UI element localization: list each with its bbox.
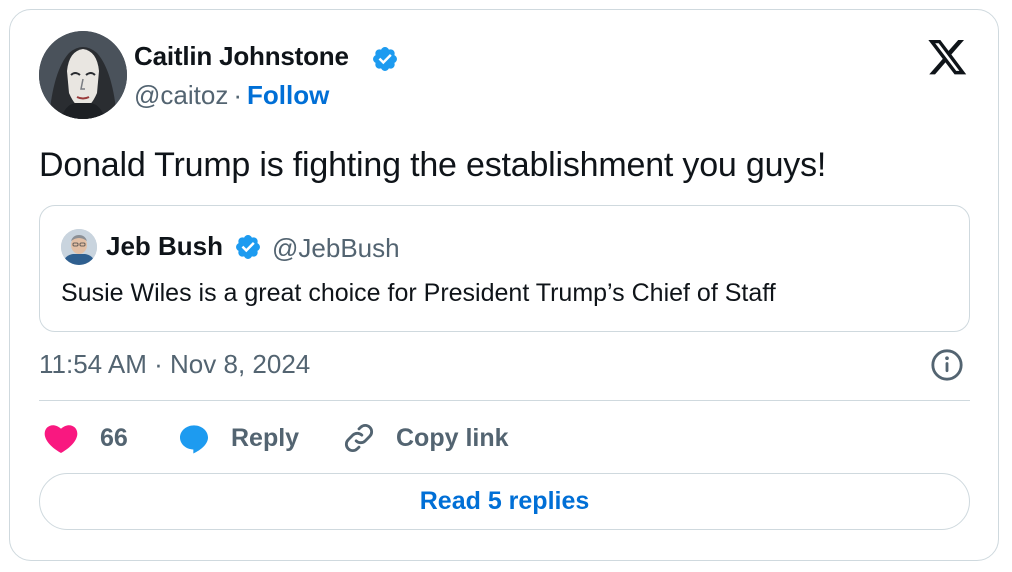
handle-row: @caitoz · Follow xyxy=(134,80,329,111)
copy-link-button[interactable]: Copy link xyxy=(342,418,509,458)
quoted-tweet-text: Susie Wiles is a great choice for Presid… xyxy=(61,279,776,307)
like-button[interactable]: 66 xyxy=(44,418,128,458)
verified-badge-icon xyxy=(236,235,260,259)
read-replies-button[interactable]: Read 5 replies xyxy=(39,473,970,530)
author-avatar[interactable] xyxy=(39,31,127,119)
divider xyxy=(39,400,970,401)
quoted-author-avatar[interactable] xyxy=(61,229,97,265)
x-logo-icon[interactable] xyxy=(928,40,968,76)
quoted-author-name: Jeb Bush xyxy=(106,231,224,261)
reply-bubble-icon xyxy=(180,425,208,454)
author-handle[interactable]: @caitoz xyxy=(134,80,228,110)
heart-icon xyxy=(44,425,78,454)
quoted-tweet[interactable]: Jeb Bush @JebBush Susie Wiles is a great… xyxy=(39,205,970,332)
tweet-timestamp[interactable]: 11:54 AM · Nov 8, 2024 xyxy=(39,349,310,380)
copy-link-label: Copy link xyxy=(396,423,509,452)
author-name[interactable]: Caitlin Johnstone xyxy=(134,41,349,72)
follow-button[interactable]: Follow xyxy=(247,80,329,110)
separator-dot: · xyxy=(233,80,242,110)
tweet-card: Caitlin Johnstone @caitoz · Follow Donald … xyxy=(9,9,999,561)
quoted-author-handle: @JebBush xyxy=(272,233,400,263)
reply-button[interactable]: Reply xyxy=(178,418,299,458)
like-count: 66 xyxy=(100,423,128,452)
info-icon[interactable] xyxy=(930,348,964,382)
tweet-text: Donald Trump is fighting the establishme… xyxy=(39,146,827,184)
reply-label: Reply xyxy=(231,423,300,452)
verified-badge-icon xyxy=(373,47,397,71)
link-icon xyxy=(345,424,373,452)
